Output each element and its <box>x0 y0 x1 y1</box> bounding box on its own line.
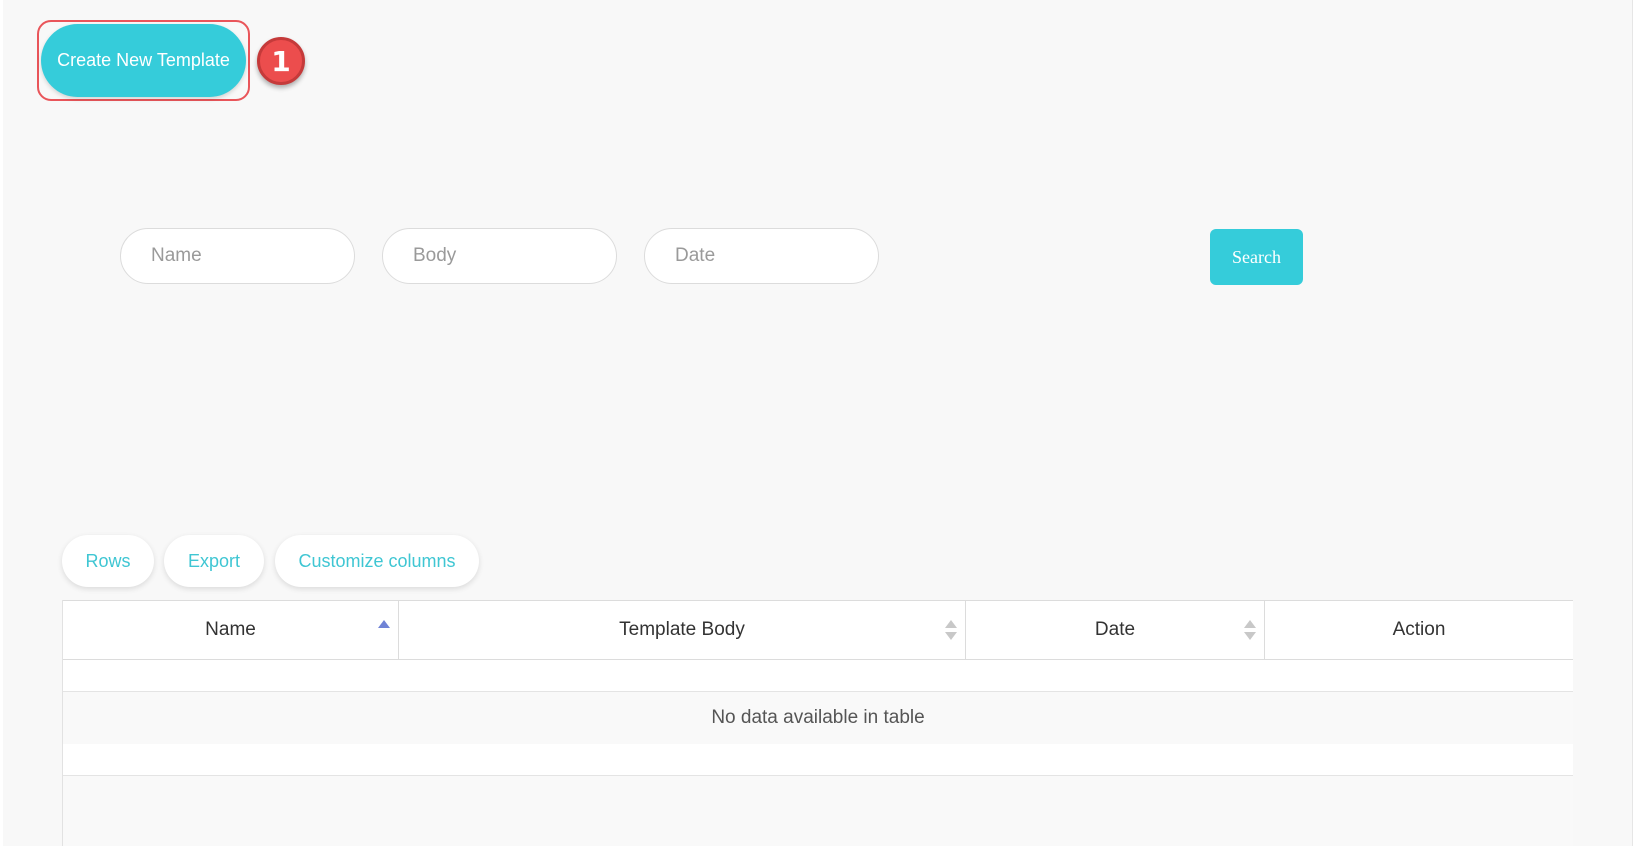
create-new-template-button[interactable]: Create New Template <box>41 24 246 97</box>
column-header-label: Date <box>1094 619 1136 640</box>
column-header-action: Action <box>1265 601 1573 659</box>
column-header-date[interactable]: Date <box>966 601 1265 659</box>
name-filter-input[interactable] <box>120 228 355 284</box>
customize-columns-button[interactable]: Customize columns <box>275 535 479 587</box>
column-header-label: Name <box>205 619 256 640</box>
body-filter-input[interactable] <box>382 228 617 284</box>
sort-both-icon <box>1244 620 1256 640</box>
step-number-badge: 1 <box>257 37 305 85</box>
column-header-template-body[interactable]: Template Body <box>399 601 966 659</box>
table-footer-row <box>63 744 1573 776</box>
search-button[interactable]: Search <box>1210 229 1303 285</box>
date-filter-input[interactable] <box>644 228 879 284</box>
rows-button[interactable]: Rows <box>62 535 154 587</box>
table-header: Name Template Body Date Action <box>63 600 1573 660</box>
table-empty-message: No data available in table <box>63 692 1573 744</box>
column-header-name[interactable]: Name <box>63 601 399 659</box>
export-button[interactable]: Export <box>164 535 264 587</box>
page-left-edge <box>0 0 3 846</box>
sort-asc-icon <box>378 620 390 628</box>
templates-table: Name Template Body Date Action No data a… <box>62 600 1573 846</box>
table-filter-row <box>63 660 1573 692</box>
sort-both-icon <box>945 620 957 640</box>
column-header-label: Template Body <box>619 619 745 640</box>
column-header-label: Action <box>1392 619 1446 640</box>
